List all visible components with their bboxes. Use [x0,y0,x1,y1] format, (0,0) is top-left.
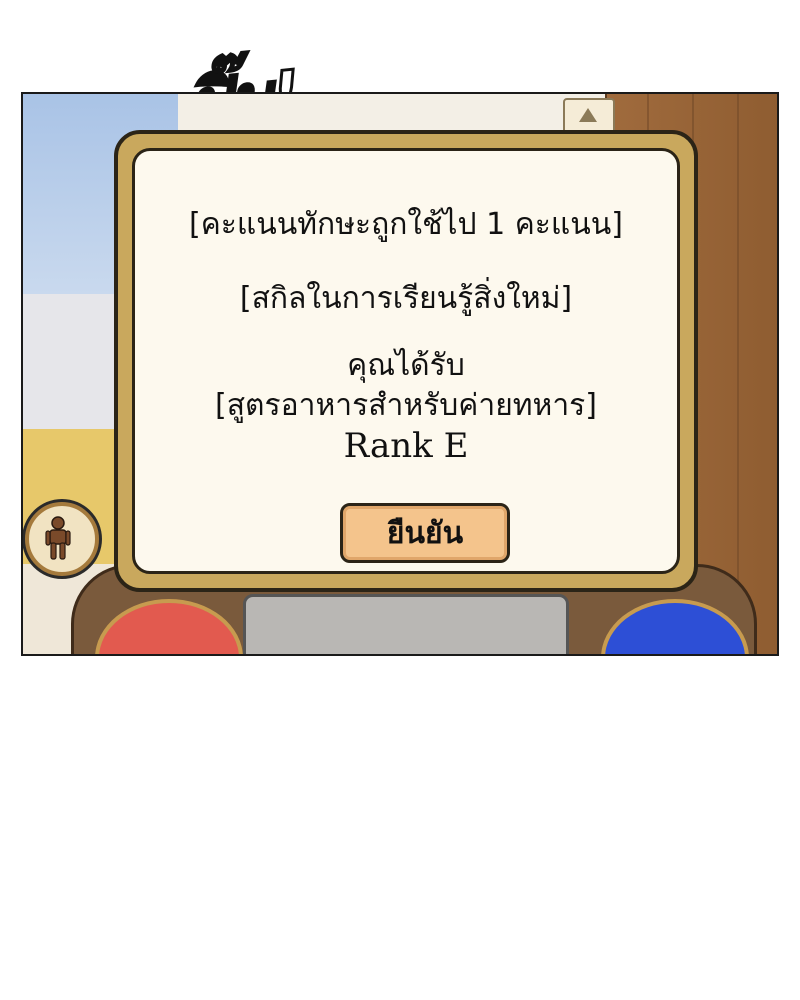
console-center [243,594,569,654]
reward-rank: Rank E [343,426,469,466]
dialog-content: [คะแนนทักษะถูกใช้ไป 1 คะแนน] [สกิลในการเ… [132,148,680,574]
confirm-button[interactable]: ยืนยัน [340,503,510,563]
person-icon [45,516,71,560]
reward-item: [สูตรอาหารสำหรับค่ายทหาร] [214,388,597,423]
skill-name-message: [สกิลในการเรียนรู้สิ่งใหม่] [239,281,573,316]
system-dialog: [คะแนนทักษะถูกใช้ไป 1 คะแนน] [สกิลในการเ… [114,130,698,592]
chevron-up-icon [579,108,597,122]
character-button[interactable] [25,502,99,576]
reward-message: คุณได้รับ [สูตรอาหารสำหรับค่ายทหาร] Rank… [135,346,677,466]
skill-points-message: [คะแนนทักษะถูกใช้ไป 1 คะแนน] [189,207,623,242]
reward-intro: คุณได้รับ [347,348,465,383]
